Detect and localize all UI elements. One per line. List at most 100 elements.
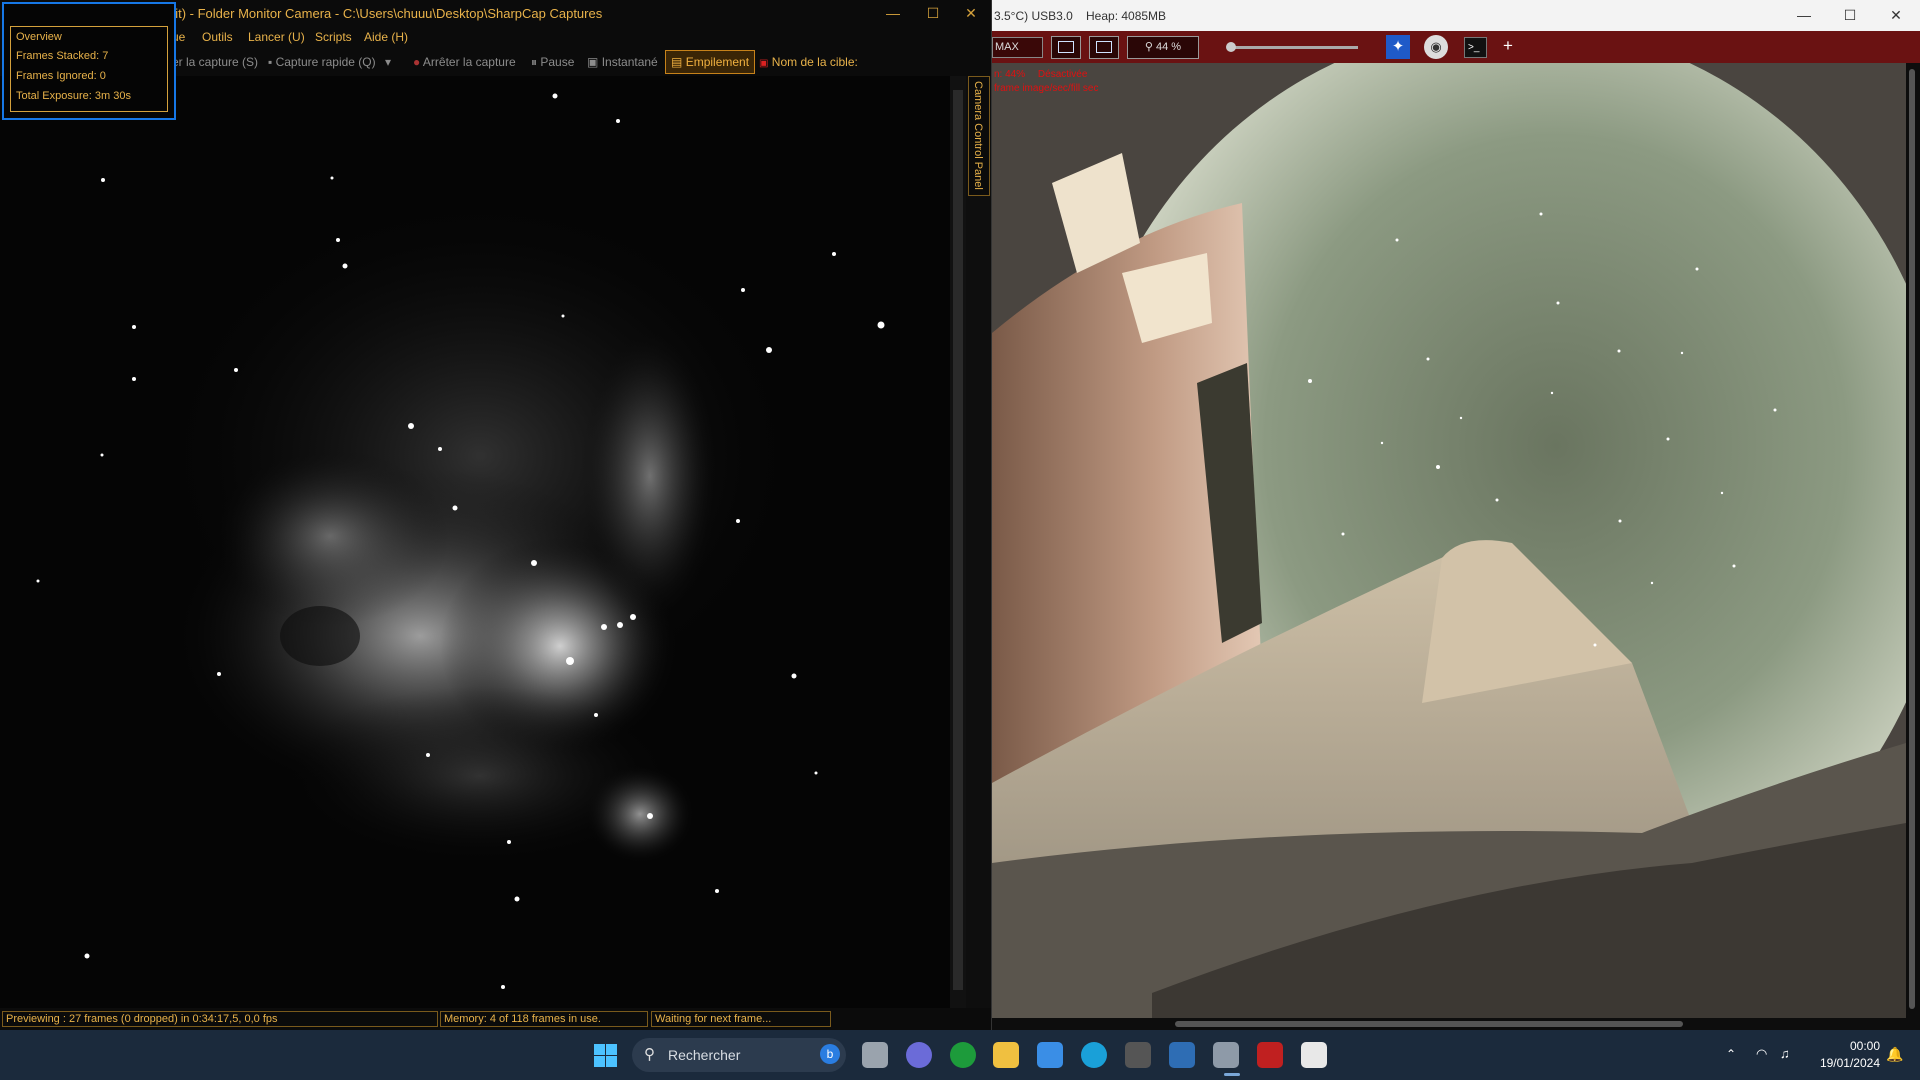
menu-item-help[interactable]: Aide (H) — [364, 30, 408, 44]
snipping-tool-icon[interactable] — [1301, 1042, 1327, 1068]
preview-image-nebula[interactable] — [0, 76, 950, 1008]
red-app-icon[interactable] — [1257, 1042, 1283, 1068]
quick-capture-label: Capture rapide (Q) — [275, 55, 376, 69]
task-view-icon[interactable] — [862, 1042, 888, 1068]
edge-browser-icon[interactable] — [1081, 1042, 1107, 1068]
max-label: MAX — [995, 41, 1019, 53]
status-previewing: Previewing : 27 frames (0 dropped) in 0:… — [2, 1011, 438, 1027]
overview-title: Overview — [16, 31, 62, 43]
sharpcap-window-right: 3.5°C) USB3.0 Heap: 4085MB — ☐ ✕ MAX ⚲ 4… — [992, 0, 1920, 1030]
start-capture-button[interactable]: er la capture (S) — [172, 55, 258, 69]
frames-stacked: Frames Stacked: 7 — [16, 50, 109, 62]
display-toolbar: MAX ⚲ 44 % ✦ ◉ >_ + — [992, 31, 1920, 63]
preview-image-allsky[interactable]: n: 44% Désactivée frame image/sec/fill s… — [992, 63, 1906, 1018]
overlay-text-a: n: 44% — [994, 69, 1026, 80]
camera-control-panel-label: Camera Control Panel — [972, 81, 984, 190]
camera-icon: ▪ — [268, 55, 276, 69]
app-icon-dark[interactable] — [1125, 1042, 1151, 1068]
microsoft-store-icon[interactable] — [1037, 1042, 1063, 1068]
clock-date: 19/01/2024 — [1819, 1056, 1880, 1070]
astronomy-app-icon[interactable] — [1169, 1042, 1195, 1068]
clock-time: 00:00 — [1849, 1039, 1880, 1053]
console-icon[interactable]: >_ — [1464, 37, 1487, 58]
volume-icon[interactable]: ♫ — [1780, 1046, 1790, 1061]
scrollbar-thumb[interactable] — [1175, 1021, 1683, 1027]
magnifier-icon: ⚲ — [1144, 41, 1153, 53]
target-name-label: Nom de la cible: — [771, 55, 858, 69]
snapshot-button[interactable]: ▣ Instantané — [587, 55, 658, 69]
camera-control-panel-tab[interactable]: Camera Control Panel — [968, 76, 990, 196]
stacking-label: Empilement — [685, 55, 750, 69]
stack-icon: ▤ — [671, 55, 683, 69]
fit-screen-button[interactable] — [1051, 36, 1081, 59]
maximize-button[interactable]: ☐ — [1827, 0, 1873, 31]
zoom-value: 44 % — [1156, 41, 1182, 53]
close-button[interactable]: ✕ — [1873, 0, 1919, 31]
sharpcap-window-left: bit) - Folder Monitor Camera - C:\Users\… — [0, 0, 992, 1030]
right-title-bar[interactable]: 3.5°C) USB3.0 Heap: 4085MB — ☐ ✕ — [992, 0, 1920, 31]
stacking-overview-panel: Overview Frames Stacked: 7 Frames Ignore… — [2, 2, 176, 120]
snapshot-icon: ▣ — [587, 55, 599, 69]
run-icon[interactable]: ✦ — [1386, 35, 1410, 59]
full-screen-button[interactable] — [1089, 36, 1119, 59]
minimize-button[interactable]: — — [1781, 0, 1827, 31]
start-button[interactable] — [594, 1044, 617, 1067]
quick-capture-button[interactable]: ▪ Capture rapide (Q) ▾ — [268, 55, 391, 69]
stop-capture-button[interactable]: ● Arrêter la capture — [413, 55, 516, 69]
menu-item-tools[interactable]: Outils — [202, 30, 233, 44]
live-stack-icon[interactable]: ◉ — [1424, 35, 1448, 59]
menu-item-launch[interactable]: Lancer (U) — [248, 30, 305, 44]
zoom-slider[interactable] — [1226, 42, 1358, 52]
pause-label: Pause — [540, 55, 575, 69]
allsky-image — [992, 63, 1906, 1018]
pause-button[interactable]: ⏸ Pause — [531, 55, 574, 70]
stop-icon: ● — [413, 55, 421, 69]
xbox-app-icon[interactable] — [950, 1042, 976, 1068]
taskbar-clock[interactable]: 00:00 19/01/2024 — [1790, 1039, 1880, 1070]
target-icon: ▣ — [759, 58, 769, 69]
chevron-down-icon[interactable]: ▾ — [385, 55, 391, 69]
vertical-scrollbar[interactable] — [1906, 63, 1920, 1018]
scrollbar-thumb[interactable] — [1909, 69, 1915, 1009]
maximize-button[interactable]: ☐ — [913, 0, 953, 26]
monitor-icon — [1096, 41, 1112, 53]
notification-bell-icon[interactable]: 🔔 — [1886, 1046, 1903, 1063]
left-window-title: bit) - Folder Monitor Camera - C:\Users\… — [168, 6, 603, 21]
file-explorer-icon[interactable] — [993, 1042, 1019, 1068]
status-bar: Previewing : 27 frames (0 dropped) in 0:… — [0, 1008, 991, 1030]
search-placeholder: Rechercher — [668, 1047, 741, 1063]
sharpcap-icon[interactable] — [1213, 1042, 1239, 1068]
show-hidden-icons-chevron-icon[interactable]: ⌃ — [1726, 1047, 1736, 1061]
close-button[interactable]: ✕ — [951, 0, 991, 26]
sensor-info: 3.5°C) USB3.0 — [994, 9, 1073, 23]
scrollbar-thumb[interactable] — [953, 90, 963, 990]
stacking-button[interactable]: ▤ Empilement — [665, 50, 756, 74]
target-name-field[interactable]: ▣ Nom de la cible: — [759, 55, 858, 69]
snapshot-label: Instantané — [601, 55, 658, 69]
taskbar-search[interactable]: ⚲ Rechercher b — [632, 1038, 846, 1072]
max-button[interactable]: MAX — [992, 37, 1043, 58]
active-app-indicator — [1224, 1073, 1240, 1076]
overlay-text-b: Désactivée — [1037, 69, 1088, 80]
frames-ignored: Frames Ignored: 0 — [16, 70, 106, 82]
horizontal-scrollbar[interactable] — [992, 1018, 1920, 1030]
monitor-icon — [1058, 41, 1074, 53]
status-waiting: Waiting for next frame... — [651, 1011, 831, 1027]
total-exposure: Total Exposure: 3m 30s — [16, 90, 131, 102]
stop-capture-label: Arrêter la capture — [422, 55, 516, 69]
teams-chat-icon[interactable] — [906, 1042, 932, 1068]
menu-item-scripts[interactable]: Scripts — [315, 30, 352, 44]
nebula-image — [0, 76, 950, 1008]
search-icon: ⚲ — [644, 1046, 655, 1063]
bing-icon[interactable]: b — [820, 1044, 840, 1064]
overlay-info-1: n: 44% Désactivée — [994, 69, 1087, 80]
wifi-icon[interactable]: ◠ — [1756, 1046, 1767, 1062]
slider-handle[interactable] — [1226, 42, 1236, 52]
heap-info: Heap: 4085MB — [1086, 9, 1167, 23]
zoom-selector[interactable]: ⚲ 44 % — [1127, 36, 1199, 59]
overlay-info-2: frame image/sec/fill sec — [994, 83, 1099, 94]
add-icon[interactable]: + — [1503, 36, 1513, 56]
status-memory: Memory: 4 of 118 frames in use. — [440, 1011, 648, 1027]
minimize-button[interactable]: — — [873, 0, 913, 26]
vertical-scrollbar[interactable] — [950, 76, 966, 1008]
